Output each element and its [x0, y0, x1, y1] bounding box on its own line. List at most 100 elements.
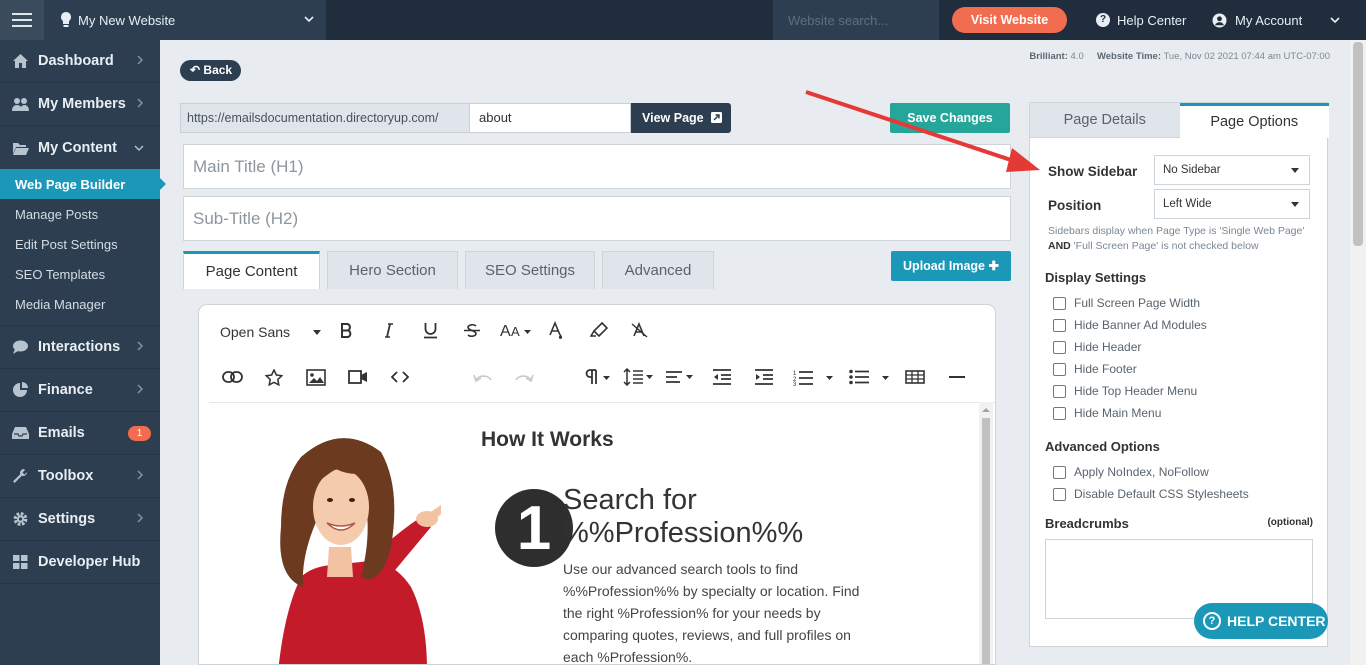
italic-icon[interactable] [381, 320, 397, 340]
sidebar-item-my-content[interactable]: My Content [0, 126, 160, 169]
editor-tabs: Page Content Hero Section SEO Settings A… [183, 251, 714, 289]
bold-icon[interactable] [339, 320, 355, 340]
strikethrough-icon[interactable] [462, 320, 482, 340]
advanced-options-heading: Advanced Options [1045, 439, 1160, 454]
line-height-icon[interactable] [623, 367, 655, 387]
undo-icon[interactable] [472, 367, 494, 387]
checkbox[interactable] [1053, 384, 1066, 398]
sidebar-item-finance[interactable]: Finance [0, 369, 160, 412]
option-hide-banner-ad-modules[interactable]: Hide Banner Ad Modules [1053, 318, 1207, 332]
ordered-list-icon[interactable]: 123 [793, 367, 837, 387]
page-scrollbar-thumb[interactable] [1353, 42, 1363, 246]
option-full-screen-page-width[interactable]: Full Screen Page Width [1053, 296, 1200, 310]
sidebar-item-interactions[interactable]: Interactions [0, 326, 160, 369]
option-hide-top-header-menu[interactable]: Hide Top Header Menu [1053, 384, 1197, 398]
redo-icon[interactable] [513, 367, 535, 387]
subtitle-input[interactable]: Sub-Title (H2) [183, 196, 1011, 241]
help-center-link[interactable]: ? Help Center [1096, 0, 1186, 40]
view-page-button[interactable]: View Page [631, 103, 731, 133]
horizontal-line-icon[interactable] [947, 367, 967, 387]
sidebar-item-settings[interactable]: Settings [0, 498, 160, 541]
menu-toggle-button[interactable] [0, 0, 44, 40]
star-icon[interactable] [264, 367, 284, 387]
page-scrollbar[interactable] [1350, 40, 1366, 665]
checkbox[interactable] [1053, 296, 1066, 310]
checkbox[interactable] [1053, 465, 1066, 479]
option-label: Hide Top Header Menu [1074, 384, 1198, 398]
option-hide-footer[interactable]: Hide Footer [1053, 362, 1137, 376]
text-color-icon[interactable] [547, 320, 565, 340]
checkbox[interactable] [1053, 406, 1066, 420]
checkbox[interactable] [1053, 340, 1066, 354]
option-apply-noindex-nofollow[interactable]: Apply NoIndex, NoFollow [1053, 465, 1209, 479]
svg-text:3: 3 [793, 382, 797, 386]
checkbox[interactable] [1053, 487, 1066, 501]
website-search-input[interactable]: Website search... [773, 0, 939, 40]
sidebar-item-dashboard[interactable]: Dashboard [0, 40, 160, 83]
sidebar-item-edit-post-settings[interactable]: Edit Post Settings [0, 229, 160, 259]
video-icon[interactable] [347, 367, 369, 387]
main-title-input[interactable]: Main Title (H1) [183, 144, 1011, 189]
tab-seo-settings[interactable]: SEO Settings [465, 251, 595, 289]
editor-content-area[interactable]: How It Works 1 Search for %%Profession%%… [209, 402, 995, 664]
top-bar: My New Website Website search... Visit W… [0, 0, 1366, 40]
outdent-icon[interactable] [711, 367, 733, 387]
my-account-menu[interactable]: My Account [1212, 0, 1340, 40]
tab-advanced[interactable]: Advanced [602, 251, 714, 289]
clear-format-icon[interactable] [630, 320, 648, 340]
show-sidebar-select[interactable]: No Sidebar [1154, 155, 1310, 185]
tab-page-content[interactable]: Page Content [183, 251, 320, 289]
code-view-icon[interactable] [389, 367, 411, 387]
chevron-right-icon [137, 341, 143, 351]
sidebar-item-label: Settings [38, 511, 96, 527]
checkbox[interactable] [1053, 318, 1066, 332]
home-icon [13, 54, 28, 68]
sidebar-note-text: Sidebars display when Page Type is 'Sing… [1048, 225, 1305, 237]
website-selector[interactable]: My New Website [44, 0, 326, 40]
url-slug-input[interactable]: about [469, 103, 631, 133]
tab-page-options[interactable]: Page Options [1179, 103, 1329, 138]
editor-scrollbar[interactable] [979, 402, 993, 664]
sidebar-item-developer-hub[interactable]: Developer Hub [0, 541, 160, 584]
sidebar-item-my-members[interactable]: My Members [0, 83, 160, 126]
option-disable-default-css[interactable]: Disable Default CSS Stylesheets [1053, 487, 1249, 501]
visit-website-button[interactable]: Visit Website [952, 7, 1067, 33]
align-icon[interactable] [665, 367, 697, 387]
sidebar-note-and: AND [1048, 240, 1071, 252]
option-hide-main-menu[interactable]: Hide Main Menu [1053, 406, 1161, 420]
sidebar-item-label: Interactions [38, 339, 121, 355]
grid-icon [13, 555, 28, 569]
indent-icon[interactable] [753, 367, 775, 387]
sidebar-item-seo-templates[interactable]: SEO Templates [0, 259, 160, 289]
sidebar-item-label: My Content [38, 139, 117, 156]
image-icon[interactable] [305, 367, 327, 387]
back-button[interactable]: ↶ Back [180, 60, 241, 81]
sidebar-item-manage-posts[interactable]: Manage Posts [0, 199, 160, 229]
underline-icon[interactable] [421, 320, 439, 340]
checkbox[interactable] [1053, 362, 1066, 376]
paragraph-format-icon[interactable] [583, 367, 613, 387]
upload-image-button[interactable]: Upload Image ✚ [891, 251, 1011, 281]
help-center-floating-button[interactable]: ? HELP CENTER [1194, 603, 1328, 639]
font-family-select[interactable]: Open Sans [220, 324, 321, 340]
link-icon[interactable] [221, 367, 243, 387]
emails-count-badge: 1 [128, 426, 151, 441]
sidebar-item-media-manager[interactable]: Media Manager [0, 289, 160, 319]
table-icon[interactable] [904, 367, 926, 387]
font-size-icon[interactable]: AA [499, 320, 533, 340]
sidebar-item-toolbox[interactable]: Toolbox [0, 455, 160, 498]
position-select[interactable]: Left Wide [1154, 189, 1310, 219]
option-hide-header[interactable]: Hide Header [1053, 340, 1141, 354]
chat-icon [13, 340, 28, 354]
editor-scrollbar-thumb[interactable] [982, 418, 990, 664]
highlight-icon[interactable] [589, 320, 609, 340]
save-changes-button[interactable]: Save Changes [890, 103, 1010, 133]
tab-page-details[interactable]: Page Details [1030, 103, 1180, 138]
unordered-list-icon[interactable] [849, 367, 893, 387]
sidebar-item-web-page-builder[interactable]: Web Page Builder [0, 169, 166, 199]
tab-hero-section[interactable]: Hero Section [327, 251, 458, 289]
folder-open-icon [13, 142, 29, 155]
sidebar-item-emails[interactable]: Emails 1 [0, 412, 160, 455]
chevron-right-icon [137, 98, 143, 108]
font-family-value: Open Sans [220, 324, 291, 340]
